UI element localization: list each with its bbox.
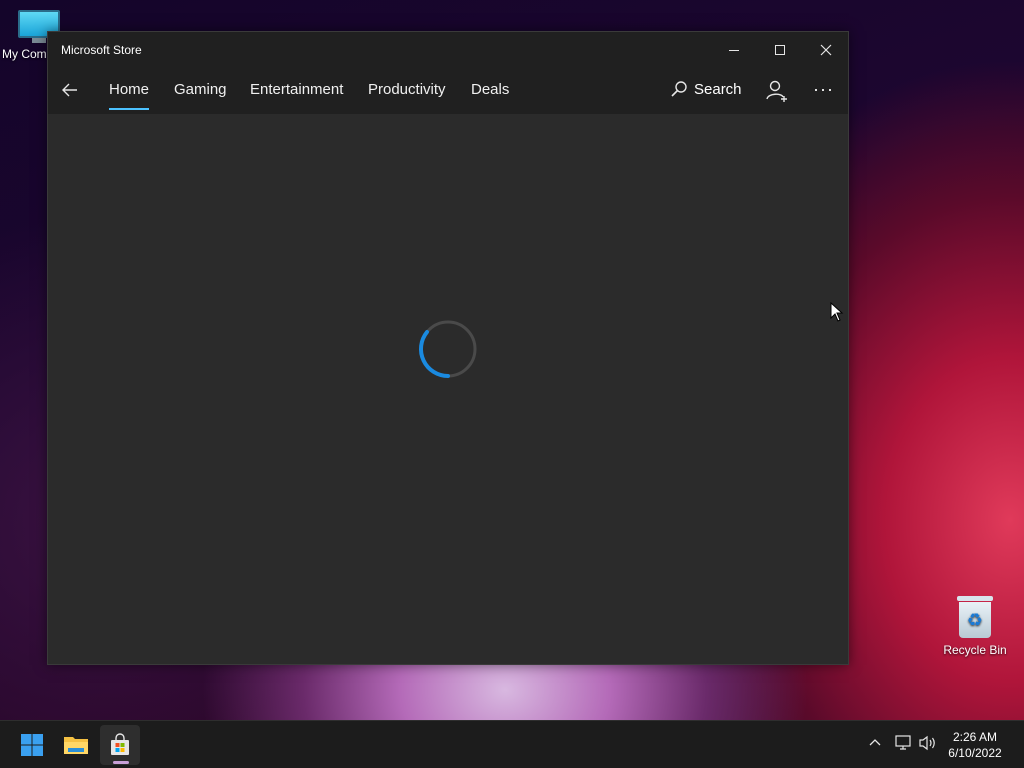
start-button[interactable] <box>12 725 52 765</box>
minimize-button[interactable] <box>711 32 757 68</box>
nav-tab-productivity[interactable]: Productivity <box>368 81 446 98</box>
back-arrow-icon[interactable] <box>60 80 80 100</box>
microsoft-store-window: Microsoft Store Home Gaming Entertainmen… <box>47 31 849 665</box>
clock-time: 2:26 AM <box>952 730 998 744</box>
network-icon[interactable] <box>894 735 912 754</box>
nav-tab-home[interactable]: Home <box>109 81 149 98</box>
loading-spinner-icon <box>419 320 477 378</box>
nav-tab-deals[interactable]: Deals <box>471 81 509 98</box>
more-icon[interactable]: ··· <box>813 79 834 100</box>
running-app-indicator <box>113 761 129 764</box>
maximize-icon <box>775 45 785 55</box>
desktop-icon-recycle-bin[interactable]: ♻ Recycle Bin <box>940 596 1010 657</box>
recycle-bin-icon: ♻ <box>957 596 993 638</box>
maximize-button[interactable] <box>757 32 803 68</box>
nav-tab-gaming[interactable]: Gaming <box>174 81 227 98</box>
minimize-icon <box>729 49 739 51</box>
file-explorer-button[interactable] <box>56 725 96 765</box>
system-clock[interactable]: 2:26 AM 6/10/2022 <box>940 729 1010 761</box>
close-icon <box>820 44 832 56</box>
active-tab-indicator <box>109 108 149 110</box>
volume-icon[interactable] <box>918 735 938 754</box>
file-explorer-icon <box>64 737 88 754</box>
windows-start-icon <box>21 734 43 756</box>
taskbar: 2:26 AM 6/10/2022 <box>0 720 1024 768</box>
add-account-icon[interactable] <box>765 79 789 103</box>
search-icon <box>671 81 687 97</box>
nav-tab-entertainment[interactable]: Entertainment <box>250 81 343 98</box>
clock-date: 6/10/2022 <box>948 746 1002 760</box>
search-button[interactable]: Search <box>670 80 742 98</box>
microsoft-store-button[interactable] <box>100 725 140 765</box>
chevron-up-icon[interactable] <box>868 735 882 752</box>
mouse-cursor-icon <box>830 302 844 322</box>
window-title: Microsoft Store <box>61 43 142 57</box>
desktop-icon-label: Recycle Bin <box>943 643 1007 657</box>
search-label: Search <box>694 80 742 98</box>
title-bar[interactable]: Microsoft Store <box>48 32 848 68</box>
close-button[interactable] <box>803 32 849 68</box>
microsoft-store-icon <box>111 733 129 755</box>
store-nav-bar: Home Gaming Entertainment Productivity D… <box>48 68 848 114</box>
